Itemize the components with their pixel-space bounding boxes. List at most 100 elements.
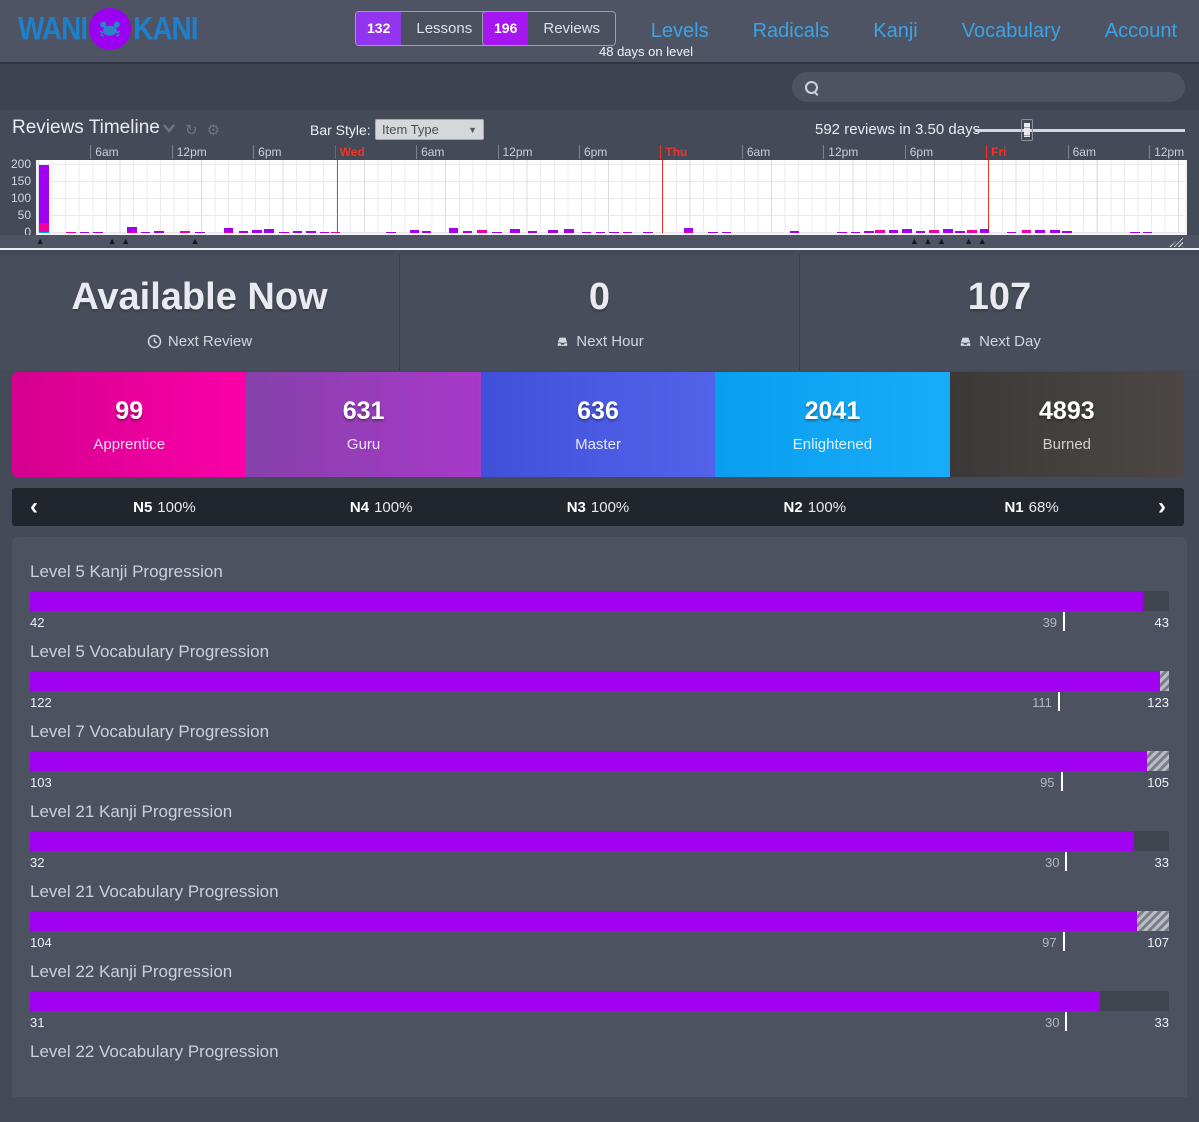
- timeline-bar: [1062, 231, 1072, 233]
- progression-total: 123: [1147, 695, 1169, 710]
- timeline-bar: [1050, 230, 1060, 233]
- jlpt-prev-chevron-icon[interactable]: ‹: [12, 490, 56, 524]
- logo-text-kani: KANI: [133, 11, 197, 48]
- apprentice-count: 99: [115, 397, 143, 426]
- bar-segment-vocabulary: [851, 232, 861, 233]
- progression-total: 33: [1155, 1015, 1169, 1030]
- refresh-icon[interactable]: ↻: [185, 121, 198, 139]
- srs-enlightened[interactable]: 2041 Enlightened: [715, 372, 949, 477]
- srs-master[interactable]: 636 Master: [481, 372, 715, 477]
- session-marker-icon: ▲: [108, 235, 117, 247]
- timeline-summary: 592 reviews in 3.50 days: [815, 121, 980, 138]
- jlpt-n4[interactable]: N4100%: [273, 499, 490, 516]
- bar-segment-vocabulary: [306, 231, 316, 233]
- timeline-range-slider[interactable]: [975, 129, 1185, 132]
- bar-segment-vocabulary: [141, 232, 151, 233]
- timeline-bar: [306, 231, 316, 233]
- bar-segment-vocabulary: [492, 232, 502, 233]
- bar-segment-vocabulary: [252, 230, 262, 233]
- timeline-bar: [386, 232, 396, 233]
- timeline-bar: [279, 232, 289, 233]
- upcoming-stats: Available Now Next Review 0 Next Hour 10…: [0, 255, 1199, 370]
- bar-segment-vocabulary: [93, 232, 103, 233]
- bar-segment-kanji: [967, 230, 977, 233]
- jlpt-n1[interactable]: N168%: [923, 499, 1140, 516]
- timeline-bar: [1143, 232, 1153, 233]
- bar-segment-vocabulary: [279, 232, 289, 233]
- bar-segment-vocabulary: [643, 232, 653, 233]
- progression-total: 107: [1147, 935, 1169, 950]
- timeline-bar: [955, 231, 965, 233]
- slider-handle[interactable]: [1021, 119, 1033, 141]
- y-tick-label: 50: [18, 208, 31, 222]
- progression-title: Level 21 Vocabulary Progression: [30, 882, 1169, 902]
- bar-segment-vocabulary: [154, 231, 164, 233]
- jlpt-n5[interactable]: N5100%: [56, 499, 273, 516]
- timeline-bar: [239, 231, 249, 233]
- master-label: Master: [575, 436, 621, 453]
- srs-burned[interactable]: 4893 Burned: [950, 372, 1184, 477]
- day-boundary-line: [337, 160, 338, 233]
- timeline-bar: [180, 231, 190, 233]
- bar-style-value: Item Type: [382, 122, 439, 137]
- jlpt-next-chevron-icon[interactable]: ›: [1140, 490, 1184, 524]
- gear-icon[interactable]: ⚙: [207, 121, 220, 139]
- nav-link-kanji[interactable]: Kanji: [873, 20, 917, 43]
- nav-link-vocabulary[interactable]: Vocabulary: [962, 20, 1061, 43]
- bar-segment-vocabulary: [1050, 230, 1060, 233]
- timeline-bar: [582, 232, 592, 233]
- progression-marker-value: 30: [1045, 855, 1065, 870]
- timeline-bar: [492, 232, 502, 233]
- axis-time-label: 6pm: [579, 145, 607, 159]
- bar-segment-vocabulary: [943, 229, 953, 233]
- next-day-value: 107: [968, 276, 1031, 319]
- axis-time-label: 6am: [90, 145, 118, 159]
- progression-values: 10395105: [30, 772, 1169, 792]
- timeline-bar: [528, 231, 538, 233]
- axis-time-label: 6am: [742, 145, 770, 159]
- bar-style-select[interactable]: Item Type ▼: [375, 119, 484, 140]
- chevron-down-icon[interactable]: [162, 121, 176, 139]
- progression-fill: [30, 991, 1100, 1011]
- progression-locked-hatch: [1160, 671, 1169, 691]
- session-marker-icon: ▲: [923, 235, 932, 247]
- nav-link-account[interactable]: Account: [1105, 20, 1177, 43]
- timeline-bar: [195, 232, 205, 233]
- progression-row: Level 5 Vocabulary Progression122111123: [30, 642, 1169, 722]
- search-input[interactable]: [826, 78, 1175, 96]
- timeline-bar: [916, 231, 926, 233]
- nav-link-levels[interactable]: Levels: [651, 20, 709, 43]
- lessons-count-badge: 132: [356, 12, 401, 45]
- progression-marker-tick: [1061, 772, 1063, 791]
- axis-time-label: 6pm: [905, 145, 933, 159]
- progression-locked-hatch: [1147, 751, 1169, 771]
- level-progression-panel: Level 5 Kanji Progression423943Level 5 V…: [12, 537, 1187, 1097]
- bar-segment-vocabulary: [195, 232, 205, 233]
- reviews-button[interactable]: 196 Reviews: [482, 11, 616, 46]
- nav-link-radicals[interactable]: Radicals: [753, 20, 830, 43]
- next-hour-label: Next Hour: [555, 333, 644, 350]
- progression-values: 423943: [30, 612, 1169, 632]
- lessons-button[interactable]: 132 Lessons: [355, 11, 488, 46]
- search-box[interactable]: [792, 72, 1185, 102]
- timeline-title: Reviews Timeline: [12, 117, 160, 139]
- srs-guru[interactable]: 631 Guru: [246, 372, 480, 477]
- progression-values: 313033: [30, 1012, 1169, 1032]
- bar-segment-vocabulary: [596, 232, 606, 233]
- timeline-y-axis: 200150100500: [0, 160, 31, 233]
- bar-segment-vocabulary: [1035, 230, 1045, 233]
- bar-segment-vocabulary: [463, 231, 473, 233]
- bar-segment-vocabulary: [708, 232, 718, 233]
- jlpt-n2[interactable]: N2100%: [706, 499, 923, 516]
- srs-apprentice[interactable]: 99 Apprentice: [12, 372, 246, 477]
- wanikani-logo[interactable]: WANI KANI: [18, 8, 198, 50]
- bar-segment-kanji: [684, 232, 694, 233]
- progression-fill: [30, 671, 1160, 691]
- jlpt-n3[interactable]: N3100%: [490, 499, 707, 516]
- progression-row: Level 21 Vocabulary Progression10497107: [30, 882, 1169, 962]
- progression-title: Level 22 Kanji Progression: [30, 962, 1169, 982]
- search-row: [0, 64, 1199, 110]
- bar-segment-vocabulary: [889, 230, 899, 233]
- resize-grip-icon[interactable]: [1169, 236, 1183, 247]
- bar-segment-vocabulary: [623, 232, 633, 233]
